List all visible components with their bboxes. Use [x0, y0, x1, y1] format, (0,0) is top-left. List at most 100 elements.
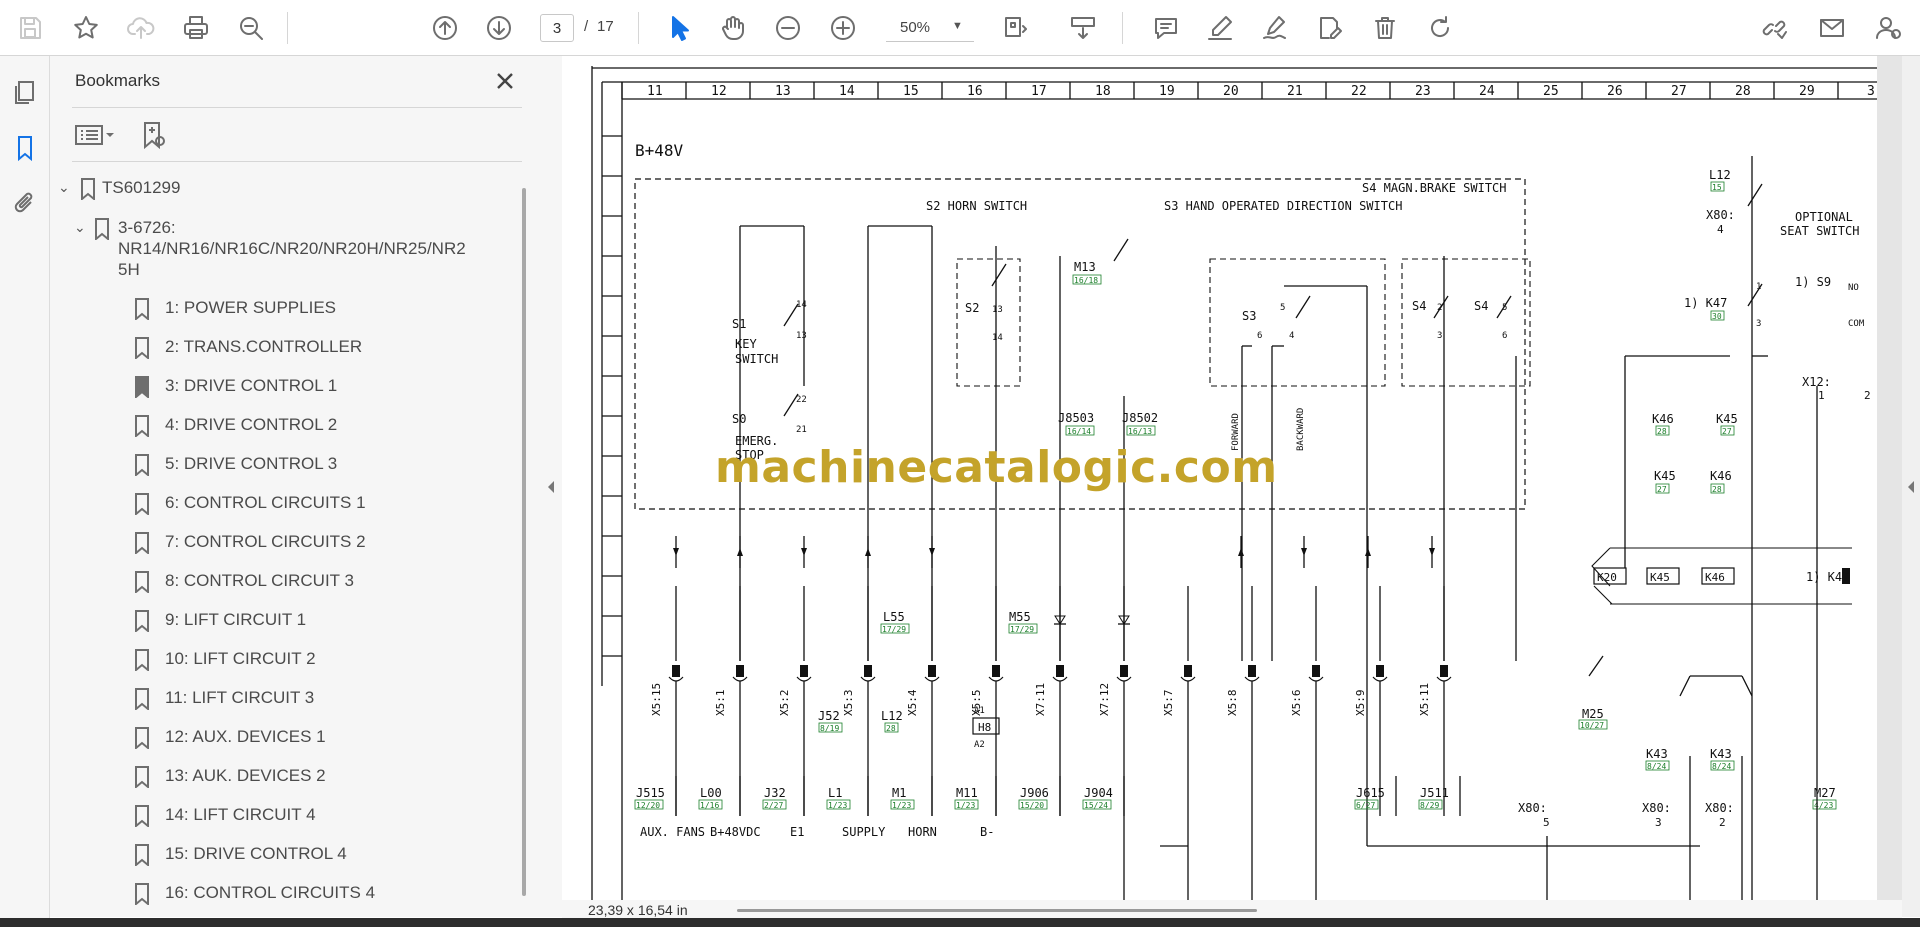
column-number: 15: [903, 84, 919, 99]
schematic-wire: [1679, 675, 1691, 697]
bookmark-item[interactable]: 6: CONTROL CIRCUITS 1: [50, 491, 520, 519]
bookmark-options-button[interactable]: [72, 118, 120, 152]
bookmark-item[interactable]: 14: LIFT CIRCUIT 4: [50, 803, 520, 831]
fill-sign-icon[interactable]: [1310, 8, 1350, 48]
schematic-label: 22: [796, 395, 807, 405]
schematic-label: 3: [1655, 816, 1662, 829]
pages-thumbnail-icon[interactable]: [7, 74, 43, 110]
panel-scrollbar[interactable]: [522, 188, 526, 896]
connector-label: J906: [1020, 786, 1049, 800]
connector-arc: [988, 676, 1004, 682]
chevron-down-icon[interactable]: ⌄: [58, 179, 70, 196]
rotate-icon[interactable]: [1420, 8, 1460, 48]
bookmark-item[interactable]: 13: AUK. DEVICES 2: [50, 764, 520, 792]
zoom-out-icon[interactable]: [768, 8, 808, 48]
bookmark-item[interactable]: 12: AUX. DEVICES 1: [50, 725, 520, 753]
highlight-pen-icon[interactable]: [1200, 8, 1240, 48]
hand-pan-icon[interactable]: [713, 8, 753, 48]
bookmark-item[interactable]: 15: DRIVE CONTROL 4: [50, 842, 520, 870]
column-number: 19: [1159, 84, 1175, 99]
page-fit-icon[interactable]: [995, 8, 1035, 48]
connector-arc: [1244, 676, 1260, 682]
bookmark-icon: [135, 649, 149, 671]
zoom-search-icon[interactable]: [231, 8, 271, 48]
bookmark-item[interactable]: 9: LIFT CIRCUIT 1: [50, 608, 520, 636]
connector-arc: [1436, 676, 1452, 682]
column-number: 13: [775, 84, 791, 99]
select-pointer-icon[interactable]: [659, 8, 699, 48]
draw-icon[interactable]: [1255, 8, 1295, 48]
attachments-icon[interactable]: [7, 186, 43, 222]
bottom-label: HORN: [908, 825, 937, 839]
column-number: 14: [839, 84, 855, 99]
document-viewport[interactable]: 11 12 13 14 15 16 17 18 19 20 21 22 23 24 25 26 27 28 29 3 B…: [562, 56, 1902, 917]
chevron-down-icon[interactable]: ⌄: [74, 219, 86, 236]
connector-pin: [1376, 665, 1384, 677]
print-icon[interactable]: [176, 8, 216, 48]
schematic-label: KEY: [735, 337, 757, 351]
upload-cloud-icon[interactable]: [121, 8, 161, 48]
header-label: S2 HORN SWITCH: [926, 199, 1027, 213]
add-bookmark-button[interactable]: [136, 118, 170, 152]
bookmark-item[interactable]: 10: LIFT CIRCUIT 2: [50, 647, 520, 675]
schematic-label: 14: [992, 333, 1003, 343]
connector-label: X80:: [1518, 801, 1547, 815]
zoom-in-icon[interactable]: [823, 8, 863, 48]
connector-pin: [1056, 665, 1064, 677]
page-down-icon[interactable]: [479, 8, 519, 48]
connector-arc: [1372, 676, 1388, 682]
connector-pin: [800, 665, 808, 677]
bookmark-label: 13: AUK. DEVICES 2: [165, 766, 326, 785]
switch-box: [1401, 258, 1531, 387]
bookmark-item[interactable]: 16: CONTROL CIRCUITS 4: [50, 881, 520, 909]
schematic-label: 6: [1502, 331, 1507, 341]
collapse-panel-handle[interactable]: [540, 56, 562, 917]
switch-box: [1209, 258, 1386, 387]
schematic-wire: [1747, 283, 1763, 307]
bookmark-item[interactable]: 11: LIFT CIRCUIT 3: [50, 686, 520, 714]
schematic-label: 1: [1818, 389, 1825, 402]
bookmark-root[interactable]: ⌄ TS601299: [50, 176, 520, 204]
bookmark-group: 5H: [50, 258, 520, 286]
bookmarks-panel-icon[interactable]: [7, 130, 43, 166]
schematic-label: SWITCH: [735, 352, 778, 366]
bookmark-item[interactable]: 5: DRIVE CONTROL 3: [50, 452, 520, 480]
bookmark-item[interactable]: 3: DRIVE CONTROL 1: [50, 374, 520, 402]
horizontal-scrollbar[interactable]: [737, 909, 1257, 912]
schematic-label: 3: [1437, 331, 1442, 341]
bookmark-item[interactable]: 4: DRIVE CONTROL 2: [50, 413, 520, 441]
switch-label: S0: [732, 412, 746, 426]
relay-label: M25: [1582, 707, 1604, 721]
chevron-left-icon: [1908, 480, 1914, 493]
share-link-icon[interactable]: [1754, 8, 1794, 48]
bookmark-icon: [135, 454, 149, 476]
save-icon[interactable]: [10, 8, 50, 48]
column-number: 27: [1671, 84, 1687, 99]
account-icon[interactable]: [1868, 8, 1908, 48]
panel-title: Bookmarks: [75, 71, 161, 90]
bookmark-item[interactable]: 8: CONTROL CIRCUIT 3: [50, 569, 520, 597]
switch-label: S4: [1474, 299, 1488, 313]
connector-label: J32: [764, 786, 786, 800]
comment-icon[interactable]: [1146, 8, 1186, 48]
page-up-icon[interactable]: [425, 8, 465, 48]
bookmark-item[interactable]: 2: TRANS.CONTROLLER: [50, 335, 520, 363]
scrolling-mode-icon[interactable]: [1063, 8, 1103, 48]
page-number-input[interactable]: [540, 14, 574, 42]
connector-arc: [1052, 676, 1068, 682]
close-icon[interactable]: [490, 66, 520, 96]
email-icon[interactable]: [1812, 8, 1852, 48]
column-number: 24: [1479, 84, 1495, 99]
bookmark-item[interactable]: 1: POWER SUPPLIES: [50, 296, 520, 324]
right-panel-handle[interactable]: [1902, 56, 1920, 917]
connector-label: X5:4: [906, 689, 919, 716]
schematic-label: 3: [1756, 319, 1761, 329]
connector-label: X7:12: [1098, 683, 1111, 716]
bookmark-star-icon[interactable]: [66, 8, 106, 48]
connector-label: X5:9: [1354, 690, 1367, 717]
chevron-down-icon[interactable]: ▼: [952, 20, 963, 32]
bookmark-label: 5: DRIVE CONTROL 3: [165, 454, 338, 473]
delete-icon[interactable]: [1365, 8, 1405, 48]
bookmark-item[interactable]: 7: CONTROL CIRCUITS 2: [50, 530, 520, 558]
relay-label: 1) K47: [1806, 570, 1849, 584]
